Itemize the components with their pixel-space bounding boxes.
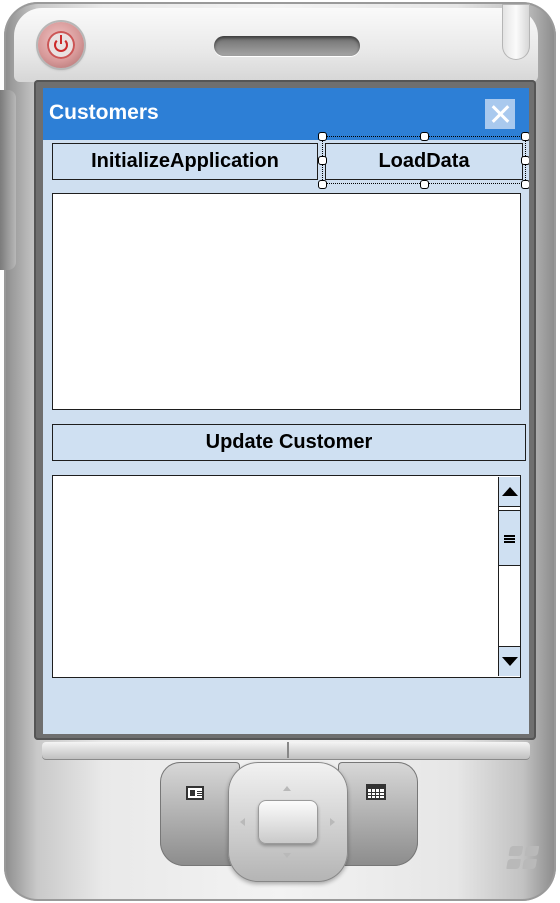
close-icon[interactable] (485, 99, 515, 129)
window-title: Customers (49, 101, 159, 124)
initialize-application-button[interactable]: InitializeApplication (52, 143, 318, 180)
hardware-button-right[interactable] (338, 762, 418, 866)
speaker-grille (214, 36, 360, 56)
dpad-left-icon (240, 818, 245, 826)
calendar-icon (366, 784, 386, 800)
vertical-scrollbar[interactable] (498, 477, 520, 676)
arrow-up-icon[interactable] (499, 477, 520, 507)
softkey-bar[interactable] (42, 742, 530, 760)
selection-outline (322, 136, 526, 184)
arrow-down-icon[interactable] (499, 646, 520, 676)
resize-handle[interactable] (318, 132, 327, 141)
power-symbol (47, 31, 75, 59)
dpad-up-icon (283, 786, 291, 791)
resize-handle[interactable] (420, 132, 429, 141)
customer-list[interactable] (52, 193, 521, 410)
stylus (502, 4, 530, 60)
resize-handle[interactable] (521, 132, 529, 141)
output-textbox[interactable] (52, 475, 521, 678)
resize-handle[interactable] (318, 156, 327, 165)
app-screen: Customers InitializeApplication LoadData… (43, 88, 529, 734)
resize-handle[interactable] (318, 180, 327, 189)
dpad-down-icon (283, 853, 291, 858)
title-bar: Customers (43, 88, 529, 140)
resize-handle[interactable] (521, 156, 529, 165)
update-customer-button[interactable]: Update Customer (52, 424, 526, 461)
dpad-right-icon (330, 818, 335, 826)
resize-handle[interactable] (521, 180, 529, 189)
resize-handle[interactable] (420, 180, 429, 189)
windows-logo-icon (506, 846, 543, 872)
power-icon[interactable] (38, 22, 84, 68)
scroll-thumb[interactable] (499, 510, 520, 566)
dpad-center-button[interactable] (258, 800, 318, 844)
side-button (0, 90, 16, 270)
contacts-icon (186, 786, 204, 800)
softkey-divider (287, 742, 289, 758)
